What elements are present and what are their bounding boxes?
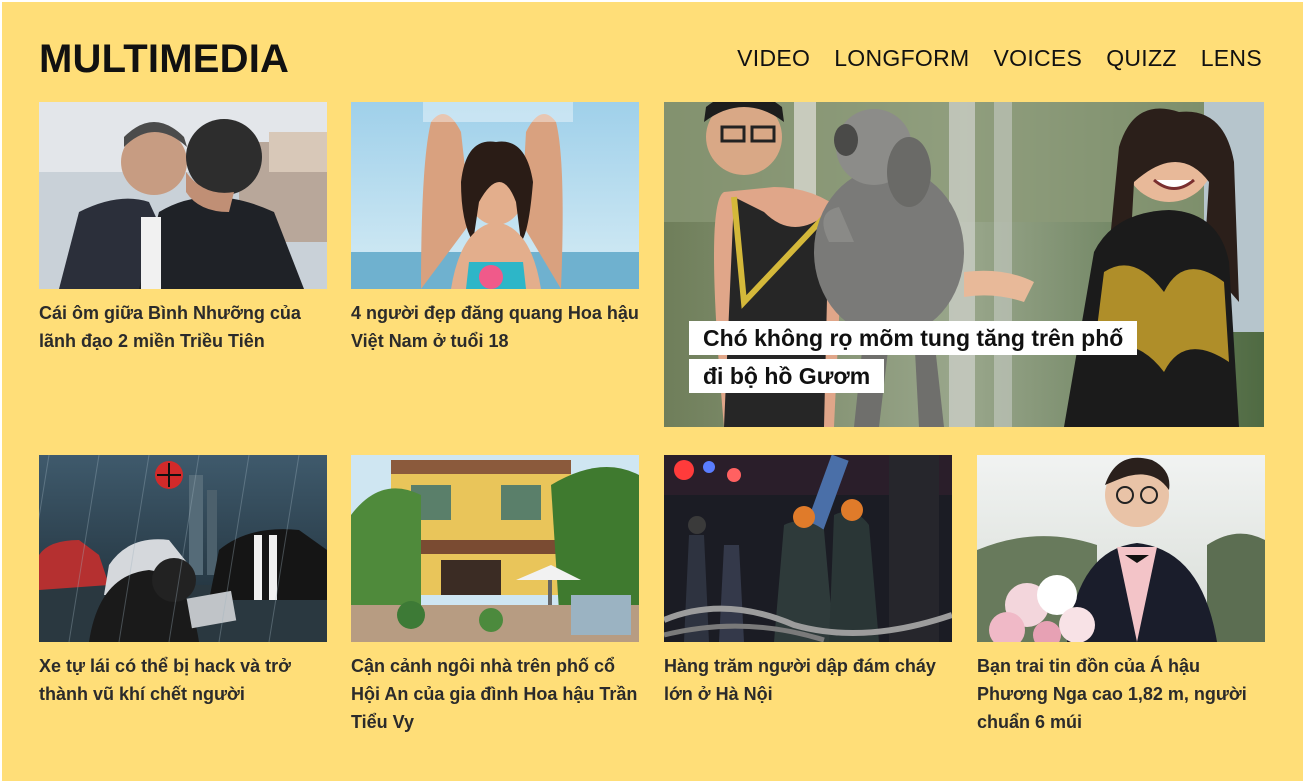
story-caption[interactable]: Xe tự lái có thể bị hack và trở thành vũ… bbox=[39, 652, 327, 708]
story-thumbnail-hug[interactable] bbox=[39, 102, 327, 289]
story-caption[interactable]: Bạn trai tin đồn của Á hậu Phương Nga ca… bbox=[977, 652, 1265, 736]
story-card[interactable]: Cái ôm giữa Bình Nhưỡng của lãnh đạo 2 m… bbox=[39, 102, 327, 355]
story-card[interactable]: Hàng trăm người dập đám cháy lớn ở Hà Nộ… bbox=[664, 455, 952, 708]
nav-voices[interactable]: VOICES bbox=[993, 44, 1082, 72]
featured-story-caption[interactable]: Chó không rọ mõm tung tăng trên phố đi b… bbox=[689, 319, 1149, 395]
nav-quizz[interactable]: QUIZZ bbox=[1106, 44, 1177, 72]
story-card[interactable]: Bạn trai tin đồn của Á hậu Phương Nga ca… bbox=[977, 455, 1265, 736]
nav-video[interactable]: VIDEO bbox=[737, 44, 810, 72]
featured-story[interactable]: Chó không rọ mõm tung tăng trên phố đi b… bbox=[664, 102, 1264, 427]
featured-story-caption-text[interactable]: Chó không rọ mõm tung tăng trên phố đi b… bbox=[689, 321, 1138, 393]
section-title[interactable]: MULTIMEDIA bbox=[39, 36, 289, 82]
multimedia-nav: VIDEO LONGFORM VOICES QUIZZ LENS bbox=[737, 44, 1262, 72]
story-thumbnail-hacked-cars[interactable] bbox=[39, 455, 327, 642]
story-caption[interactable]: Cận cảnh ngôi nhà trên phố cổ Hội An của… bbox=[351, 652, 639, 736]
nav-longform[interactable]: LONGFORM bbox=[834, 44, 969, 72]
story-card[interactable]: 4 người đẹp đăng quang Hoa hậu Việt Nam … bbox=[351, 102, 639, 355]
story-card[interactable]: Cận cảnh ngôi nhà trên phố cổ Hội An của… bbox=[351, 455, 639, 736]
story-card[interactable]: Xe tự lái có thể bị hack và trở thành vũ… bbox=[39, 455, 327, 708]
story-caption[interactable]: 4 người đẹp đăng quang Hoa hậu Việt Nam … bbox=[351, 299, 639, 355]
nav-lens[interactable]: LENS bbox=[1201, 44, 1262, 72]
story-thumbnail-hoi-an-house[interactable] bbox=[351, 455, 639, 642]
story-thumbnail-boyfriend[interactable] bbox=[977, 455, 1265, 642]
multimedia-section: MULTIMEDIA VIDEO LONGFORM VOICES QUIZZ L… bbox=[0, 0, 1303, 781]
story-thumbnail-pageant[interactable] bbox=[351, 102, 639, 289]
story-caption[interactable]: Cái ôm giữa Bình Nhưỡng của lãnh đạo 2 m… bbox=[39, 299, 327, 355]
story-caption[interactable]: Hàng trăm người dập đám cháy lớn ở Hà Nộ… bbox=[664, 652, 952, 708]
story-thumbnail-firefighters[interactable] bbox=[664, 455, 952, 642]
